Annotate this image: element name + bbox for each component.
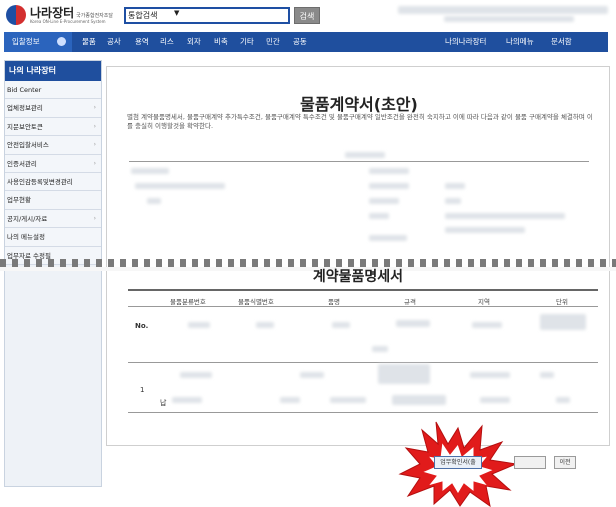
- nav-item-construction[interactable]: 공사: [107, 32, 121, 52]
- nav-item-stockpile[interactable]: 비축: [214, 32, 228, 52]
- chevron-right-icon: ›: [93, 141, 96, 149]
- back-button[interactable]: 이전: [554, 456, 576, 469]
- contract-info-blurred: [369, 213, 389, 219]
- nav-item-private[interactable]: 민간: [266, 32, 280, 52]
- spec-row-rule: [128, 362, 598, 363]
- middle-button[interactable]: [514, 456, 546, 469]
- sidebar-item-certificates[interactable]: 인증서관리 ›: [5, 154, 101, 173]
- spec-row-number: 1: [140, 386, 145, 394]
- spec-cell-blurred: [396, 320, 430, 327]
- nav-item-document-box[interactable]: 문서함: [551, 32, 572, 52]
- contract-info-blurred: [135, 183, 225, 189]
- main-nav: 입찰정보 물품 공사 용역 리스 외자 비축 기타 민간 공동 나의나라장터 나…: [4, 32, 608, 52]
- divider: [129, 161, 589, 162]
- nav-item-foreign[interactable]: 외자: [187, 32, 201, 52]
- spec-cell-blurred: [540, 314, 586, 330]
- search-scope-select[interactable]: 통합검색: [128, 10, 157, 21]
- chevron-right-icon: ›: [93, 159, 96, 167]
- contract-info-blurred: [445, 227, 525, 233]
- sidebar-item-my-menu-settings[interactable]: 나의 메뉴설정: [5, 228, 101, 247]
- contract-info-blurred: [345, 152, 385, 158]
- contract-info-blurred: [147, 198, 161, 204]
- sidebar-item-secure-bid[interactable]: 안전입찰서비스 ›: [5, 136, 101, 155]
- spec-title: 계약물품명세서: [312, 269, 404, 285]
- header-links-blurred: [398, 6, 608, 14]
- search-box[interactable]: 통합검색 ▼: [124, 7, 290, 24]
- spec-cell-blurred: [540, 372, 554, 378]
- spec-cell-blurred: [470, 372, 510, 378]
- spec-header-id-no: 물품식별번호: [238, 298, 274, 306]
- contract-info-blurred: [445, 213, 565, 219]
- spec-cell-blurred: [392, 395, 446, 405]
- site-logo[interactable]: 나라장터 국가종합전자조달 Korea ON-Line E-Procurement…: [6, 4, 116, 26]
- contract-info-blurred: [369, 183, 409, 189]
- sidebar-item-work-status[interactable]: 업무현황: [5, 191, 101, 210]
- spec-cell-blurred: [256, 322, 274, 328]
- sidebar-title: 나의 나라장터: [5, 61, 101, 81]
- spec-header-spec: 규격: [404, 298, 416, 306]
- spec-row-nap: 납: [160, 399, 167, 407]
- tab-bid-info-label: 입찰정보: [12, 37, 40, 46]
- spec-table-top-rule: [128, 289, 598, 291]
- top-header: 나라장터 국가종합전자조달 Korea ON-Line E-Procurement…: [0, 0, 616, 30]
- nav-item-joint[interactable]: 공동: [293, 32, 307, 52]
- spec-cell-blurred: [378, 364, 430, 384]
- chevron-right-icon: ›: [93, 122, 96, 130]
- sidebar-item-notices[interactable]: 공지/게시/자료 ›: [5, 209, 101, 229]
- spec-cell-blurred: [300, 372, 324, 378]
- confirm-button[interactable]: 업무확인서(출: [434, 456, 482, 469]
- contract-info-blurred: [445, 198, 461, 204]
- nav-item-lease[interactable]: 리스: [160, 32, 174, 52]
- logo-english: Korea ON-Line E-Procurement System: [30, 19, 106, 24]
- contract-title: 물품계약서(초안): [300, 95, 418, 114]
- spec-cell-blurred: [472, 322, 502, 328]
- spec-cell-blurred: [280, 397, 300, 403]
- search-button[interactable]: 검색: [294, 7, 320, 24]
- contract-intro: 별첨 계약물품명세서, 물품구매계약 추가특수조건, 물품구매계약 특수조건 및…: [127, 113, 593, 130]
- sidebar-item-fingerprint-token[interactable]: 지문보안토큰 ›: [5, 117, 101, 137]
- spec-header-region: 지역: [478, 298, 490, 306]
- spec-no-label: No.: [135, 322, 149, 330]
- document-panel: 물품계약서(초안) 별첨 계약물품명세서, 물품구매계약 추가특수조건, 물품구…: [106, 66, 610, 446]
- header-links-blurred-2: [444, 16, 574, 22]
- nav-item-service[interactable]: 용역: [135, 32, 149, 52]
- chevron-right-icon: ›: [93, 214, 96, 222]
- spec-cell-blurred: [330, 397, 366, 403]
- contract-info-blurred: [369, 168, 409, 174]
- taegeuk-logo-icon: [6, 5, 26, 25]
- spec-cell-blurred: [480, 397, 510, 403]
- nav-item-goods[interactable]: 물품: [82, 32, 96, 52]
- sidebar: 나의 나라장터 Bid Center 업체정보관리 › 지문보안토큰 › 안전입찰서…: [4, 60, 102, 487]
- spec-header-name: 품명: [328, 298, 340, 306]
- spec-header-rule: [128, 306, 598, 307]
- nav-item-my-menu[interactable]: 나의메뉴: [506, 32, 534, 52]
- nav-item-my-naramarket[interactable]: 나의나라장터: [445, 32, 486, 52]
- spec-cell-blurred: [372, 346, 388, 352]
- spec-cell-blurred: [172, 397, 202, 403]
- spec-header-unit: 단위: [556, 298, 568, 306]
- contract-info-blurred: [445, 183, 465, 189]
- spec-header-class-no: 물품분류번호: [170, 298, 206, 306]
- spec-cell-blurred: [556, 397, 570, 403]
- chevron-down-icon[interactable]: ▼: [174, 9, 179, 17]
- chevron-right-icon: ›: [93, 104, 96, 112]
- sidebar-item-company-info[interactable]: 업체정보관리 ›: [5, 99, 101, 118]
- spec-cell-blurred: [180, 372, 212, 378]
- sidebar-item-bid-center[interactable]: Bid Center: [5, 81, 101, 100]
- sidebar-item-seal-registration[interactable]: 사용인감등록및변경관리: [5, 172, 101, 192]
- spec-bottom-rule: [128, 412, 598, 413]
- contract-info-blurred: [131, 168, 169, 174]
- toggle-icon[interactable]: [57, 37, 66, 46]
- tab-bid-info[interactable]: 입찰정보: [4, 32, 72, 52]
- nav-item-etc[interactable]: 기타: [240, 32, 254, 52]
- spec-cell-blurred: [332, 322, 350, 328]
- contract-info-blurred: [369, 198, 399, 204]
- spec-cell-blurred: [188, 322, 210, 328]
- contract-info-blurred: [369, 235, 407, 241]
